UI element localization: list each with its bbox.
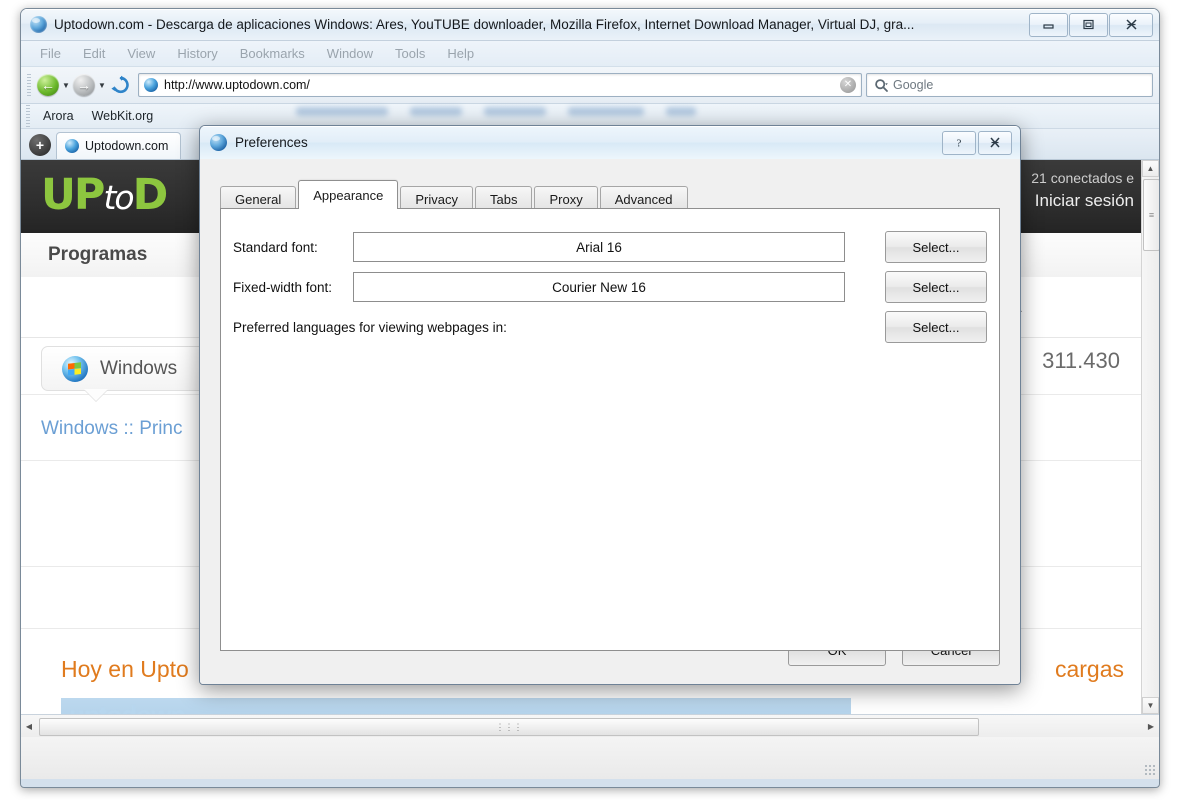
forward-arrow-icon: → [73, 74, 95, 96]
page-horizontal-scrollbar[interactable]: ◀ ⋮⋮⋮ ▶ [21, 715, 1159, 737]
new-tab-button[interactable]: + [29, 134, 51, 156]
dialog-window-controls: ? [940, 130, 1012, 155]
bookmark-webkit[interactable]: WebKit.org [83, 107, 163, 125]
featured-screenshot-panda[interactable]: uptodown Panda Cloud Antivirus ⚙ Informe [61, 698, 851, 714]
platform-chip-windows[interactable]: Windows [41, 346, 221, 391]
connected-count: 21 conectados e [1031, 170, 1134, 186]
heading-hoy-en-uptodown: Hoy en Upto [61, 656, 189, 682]
menu-help[interactable]: Help [436, 43, 485, 64]
search-bar[interactable]: Google [866, 73, 1153, 97]
minimize-button[interactable] [1029, 12, 1068, 37]
logo-up: UP [41, 170, 105, 220]
dialog-body: General Appearance Privacy Tabs Proxy Ad… [200, 159, 1020, 684]
dialog-titlebar: Preferences ? [200, 126, 1020, 160]
back-button[interactable]: ← [35, 72, 61, 98]
browser-window: Uptodown.com - Descarga de aplicaciones … [20, 8, 1160, 788]
dialog-tab-bar: General Appearance Privacy Tabs Proxy Ad… [220, 180, 1000, 211]
clear-icon[interactable]: ✕ [840, 77, 856, 93]
site-favicon-icon [144, 78, 158, 92]
close-icon [990, 137, 1000, 148]
fixed-font-field[interactable]: Courier New 16 [353, 272, 845, 302]
menu-tools[interactable]: Tools [384, 43, 436, 64]
standard-font-field[interactable]: Arial 16 [353, 232, 845, 262]
fixed-font-row: Fixed-width font: Courier New 16 Select.… [233, 271, 987, 303]
menu-view[interactable]: View [116, 43, 166, 64]
address-bar-text[interactable]: http://www.uptodown.com/ [164, 78, 840, 92]
reload-button[interactable] [107, 72, 135, 98]
forward-history-dropdown[interactable]: ▼ [97, 72, 107, 98]
standard-font-select-button[interactable]: Select... [885, 231, 987, 263]
windows-logo-icon [62, 355, 88, 382]
reload-icon [111, 75, 129, 94]
back-history-dropdown[interactable]: ▼ [61, 72, 71, 98]
dialog-close-button[interactable] [978, 130, 1012, 155]
menu-bar: File Edit View History Bookmarks Window … [21, 41, 1159, 67]
nav-programas[interactable]: Programas [48, 244, 147, 266]
vertical-scroll-thumb[interactable]: ≡ [1143, 179, 1159, 251]
menu-edit[interactable]: Edit [72, 43, 116, 64]
desktop-background: Uptodown.com - Descarga de aplicaciones … [0, 0, 1177, 800]
menu-file[interactable]: File [29, 43, 72, 64]
fixed-font-select-button[interactable]: Select... [885, 271, 987, 303]
scroll-down-button[interactable]: ▼ [1142, 697, 1159, 714]
horizontal-scroll-track[interactable]: ⋮⋮⋮ [37, 717, 1143, 736]
close-button[interactable] [1109, 12, 1153, 37]
menu-window[interactable]: Window [316, 43, 384, 64]
breadcrumb[interactable]: Windows :: Princ [41, 418, 182, 440]
toolbar-grip[interactable] [27, 74, 31, 96]
standard-font-label: Standard font: [233, 239, 318, 255]
logo-to: to [103, 178, 134, 217]
fixed-font-label: Fixed-width font: [233, 279, 333, 295]
menu-bookmarks[interactable]: Bookmarks [229, 43, 316, 64]
platform-chip-label: Windows [100, 357, 178, 379]
bookmarks-obscured-group [296, 107, 696, 116]
horizontal-scroll-thumb[interactable]: ⋮⋮⋮ [39, 718, 979, 736]
dialog-title: Preferences [235, 135, 308, 150]
help-question-icon: ? [957, 138, 962, 150]
window-title: Uptodown.com - Descarga de aplicaciones … [54, 17, 915, 32]
logo-down: D [132, 170, 169, 220]
tab-label: Uptodown.com [85, 139, 169, 153]
navigation-toolbar: ← ▼ → ▼ http://www.uptodown.com/ ✕ Googl… [21, 67, 1159, 104]
app-icon [30, 16, 47, 33]
languages-label: Preferred languages for viewing webpages… [233, 319, 507, 335]
standard-font-row: Standard font: Arial 16 Select... [233, 231, 987, 263]
languages-row: Preferred languages for viewing webpages… [233, 311, 987, 343]
heading-descargas: cargas [1054, 656, 1124, 682]
forward-button[interactable]: → [71, 72, 97, 98]
window-resize-grip[interactable] [1144, 764, 1156, 776]
page-vertical-scrollbar[interactable]: ▲ ≡ ▼ [1141, 160, 1159, 714]
status-bar [21, 737, 1159, 779]
bookmarks-grip[interactable] [26, 105, 30, 127]
screenshot-watermark: uptodown [69, 700, 186, 714]
maximize-button[interactable] [1069, 12, 1108, 37]
address-bar[interactable]: http://www.uptodown.com/ ✕ [138, 73, 862, 97]
back-arrow-icon: ← [37, 74, 59, 96]
appearance-panel: Standard font: Arial 16 Select... Fixed-… [220, 208, 1000, 651]
scroll-right-button[interactable]: ▶ [1143, 715, 1159, 737]
search-icon [874, 78, 889, 93]
tab-appearance[interactable]: Appearance [298, 180, 399, 209]
tab-uptodown[interactable]: Uptodown.com [56, 132, 182, 159]
scroll-left-button[interactable]: ◀ [21, 715, 37, 737]
tab-favicon-icon [65, 139, 79, 153]
dialog-app-icon [210, 134, 227, 151]
search-input[interactable]: Google [893, 78, 933, 92]
dialog-help-button[interactable]: ? [942, 130, 976, 155]
menu-history[interactable]: History [166, 43, 228, 64]
site-logo[interactable]: UPtoD [41, 174, 168, 217]
bookmark-arora[interactable]: Arora [34, 107, 83, 125]
login-link[interactable]: Iniciar sesión [1031, 191, 1134, 211]
window-controls [1028, 12, 1153, 37]
languages-select-button[interactable]: Select... [885, 311, 987, 343]
download-counter: 311.430 [1042, 348, 1120, 373]
scroll-up-button[interactable]: ▲ [1142, 160, 1159, 177]
preferences-dialog: Preferences ? General Appearance Privacy… [199, 125, 1021, 685]
header-right: 21 conectados e Iniciar sesión [1031, 170, 1134, 211]
window-titlebar: Uptodown.com - Descarga de aplicaciones … [21, 9, 1159, 41]
svg-text:?: ? [957, 138, 962, 150]
